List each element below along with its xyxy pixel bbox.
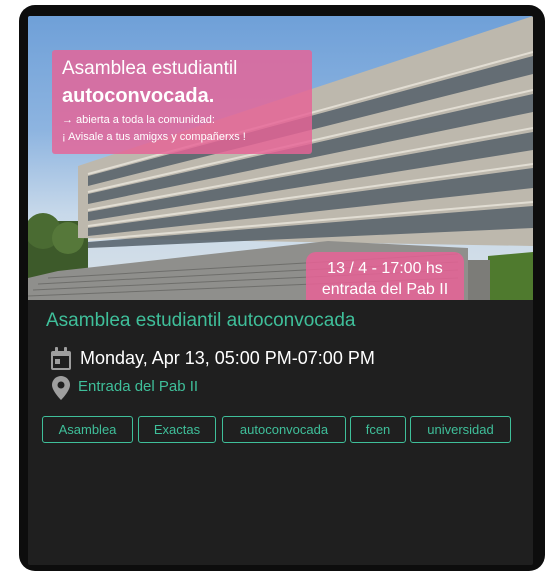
poster-place: entrada del Pab II <box>321 281 449 298</box>
calendar-icon <box>50 347 72 376</box>
tag-fcen[interactable]: fcen <box>350 416 406 443</box>
tag-asamblea[interactable]: Asamblea <box>42 416 133 443</box>
poster-line-2: autoconvocada. <box>62 85 215 107</box>
event-poster-image: Asamblea estudiantil autoconvocada. → ab… <box>28 16 533 300</box>
event-title[interactable]: Asamblea estudiantil autoconvocada <box>46 310 355 332</box>
tag-universidad[interactable]: universidad <box>410 416 511 443</box>
poster-headline-box: Asamblea estudiantil autoconvocada. → ab… <box>52 50 312 154</box>
poster-datetime-box: 13 / 4 - 17:00 hs entrada del Pab II <box>306 252 464 300</box>
poster-date-time: 13 / 4 - 17:00 hs <box>327 260 443 277</box>
event-location[interactable]: Entrada del Pab II <box>78 378 198 395</box>
tag-exactas[interactable]: Exactas <box>138 416 216 443</box>
poster-line-4: ¡ Avisale a tus amigxs y compañerxs ! <box>62 131 246 143</box>
event-datetime: Monday, Apr 13, 05:00 PM-07:00 PM <box>80 348 375 368</box>
tag-autoconvocada[interactable]: autoconvocada <box>222 416 346 443</box>
poster-line-1: Asamblea estudiantil <box>62 58 238 79</box>
event-card[interactable]: Asamblea estudiantil autoconvocada. → ab… <box>28 16 533 565</box>
map-pin-icon <box>52 376 70 405</box>
poster-line-3: → abierta a toda la comunidad: <box>62 114 215 126</box>
